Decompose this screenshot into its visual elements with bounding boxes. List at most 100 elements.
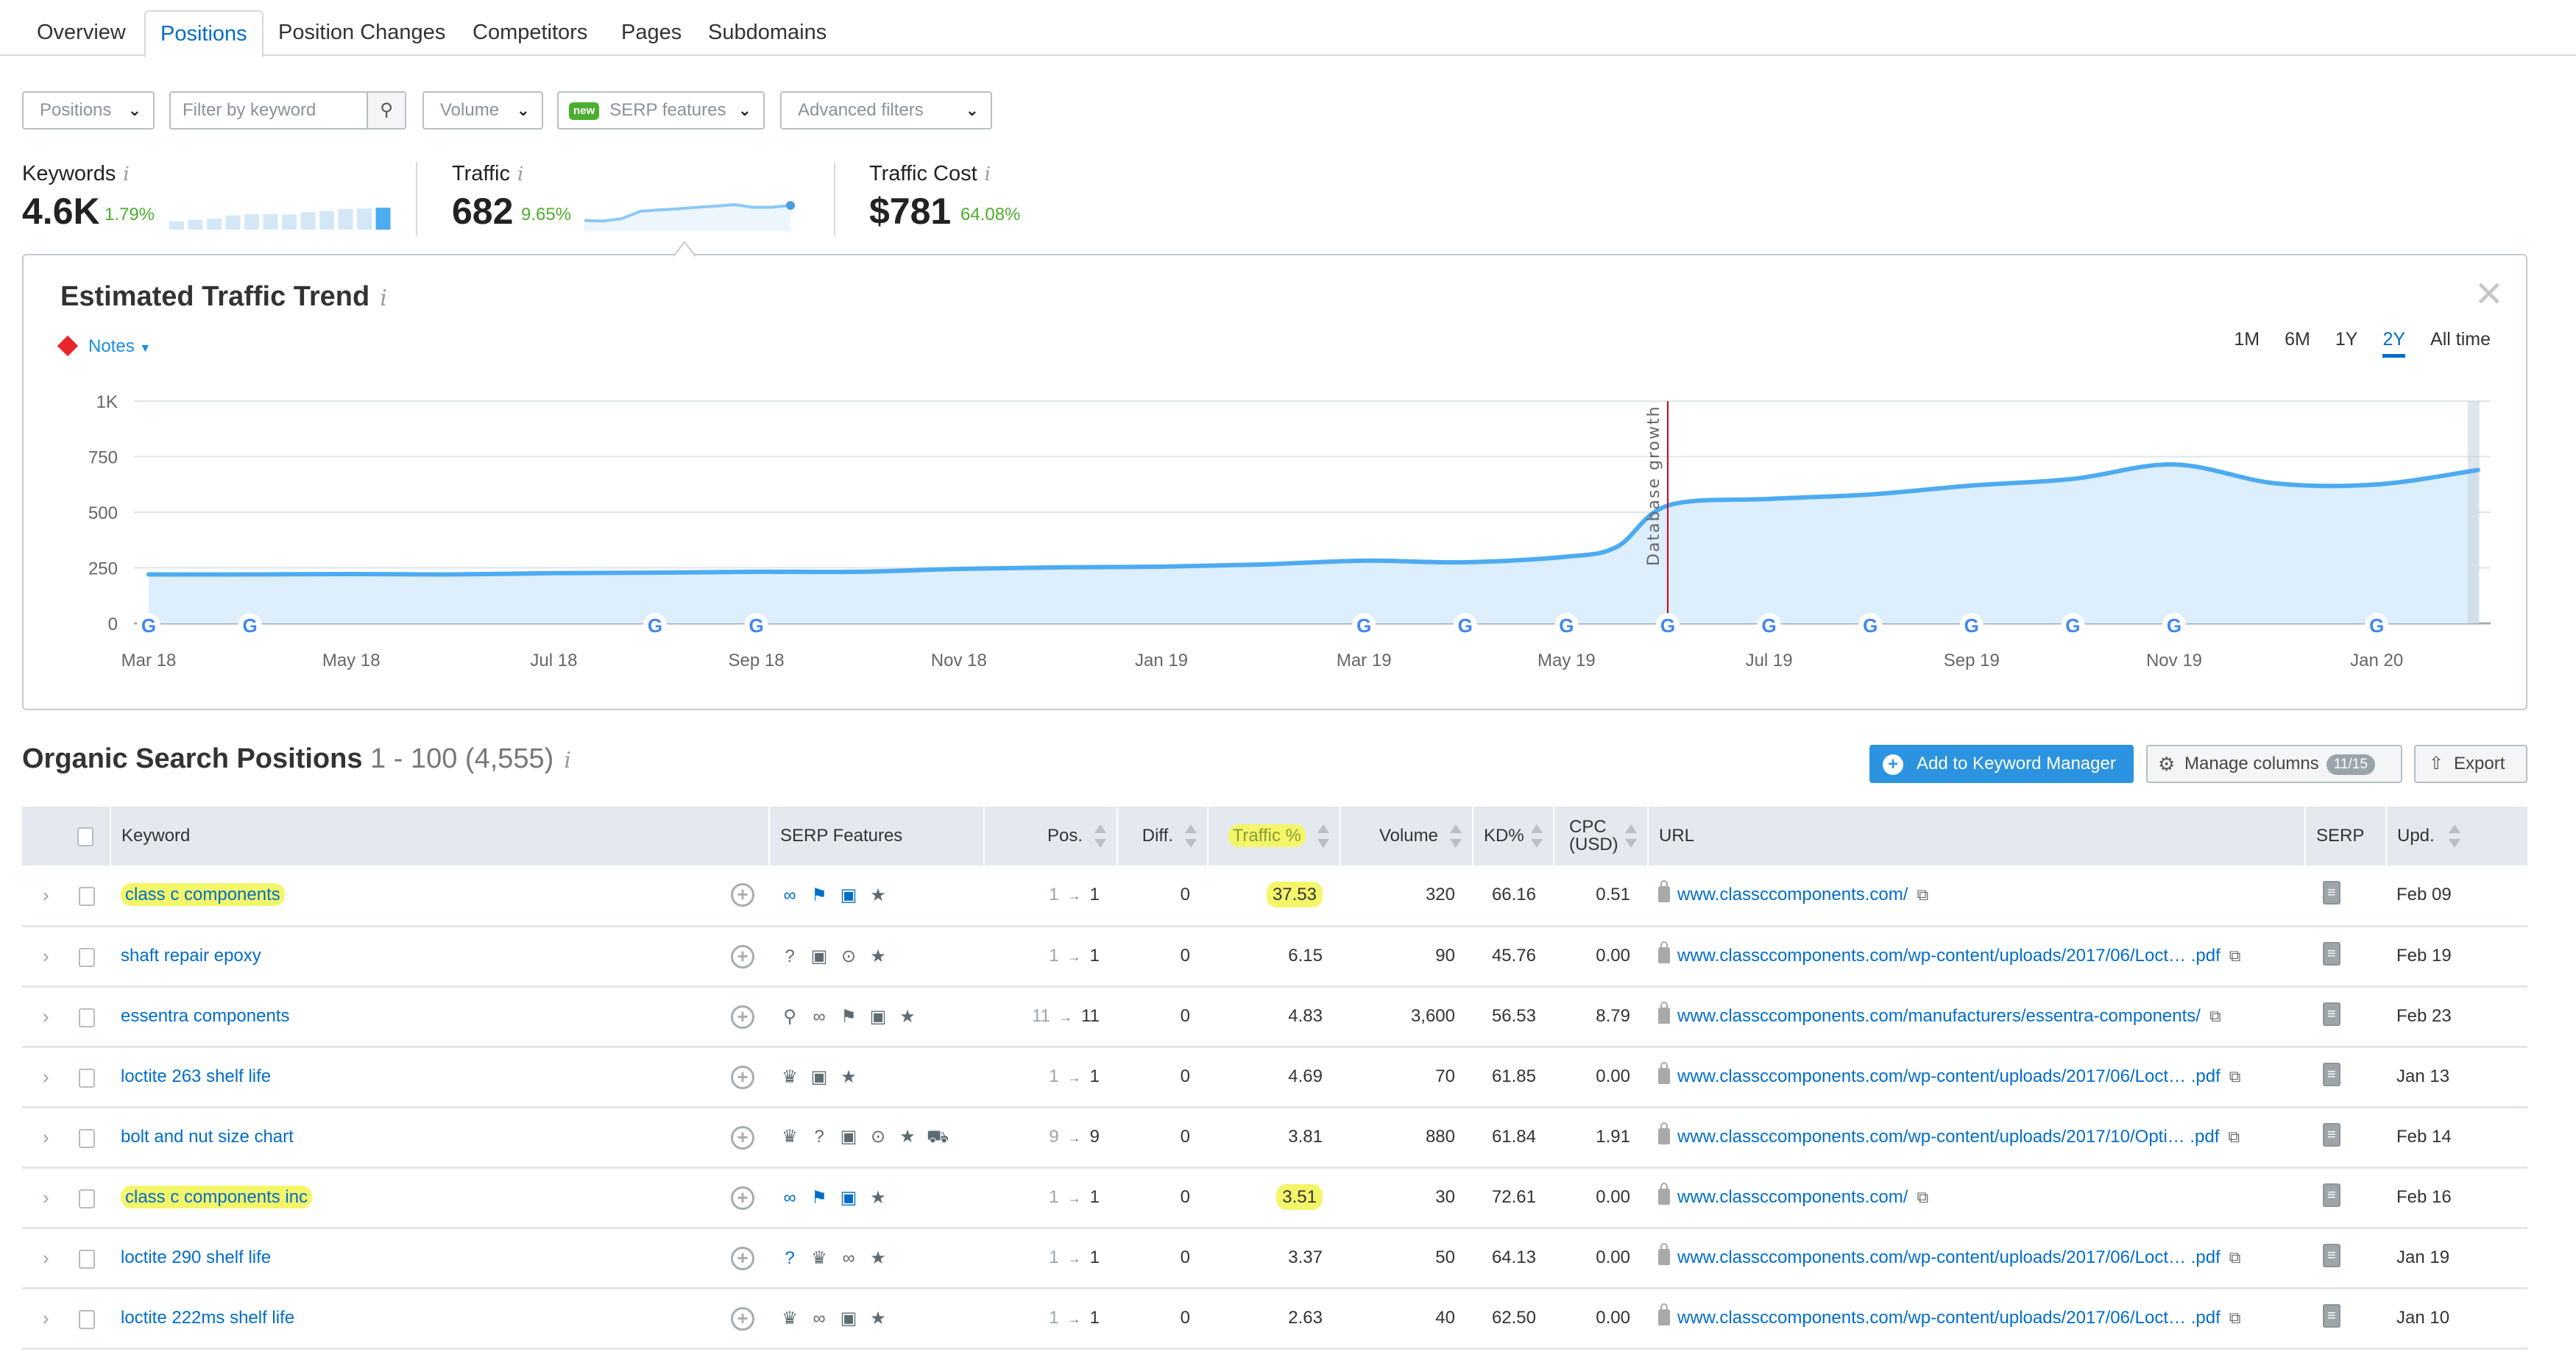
add-keyword-plus-icon[interactable]: + bbox=[731, 1065, 754, 1089]
external-link-icon[interactable]: ⧉ bbox=[2209, 1007, 2221, 1025]
crown-icon[interactable]: ♛ bbox=[779, 1126, 800, 1147]
add-keyword-plus-icon[interactable]: + bbox=[731, 944, 754, 969]
keyword-link[interactable]: loctite 263 shelf life bbox=[121, 1066, 271, 1086]
external-link-icon[interactable]: ⧉ bbox=[1917, 1188, 1928, 1206]
cart-icon[interactable]: ⛟ bbox=[927, 1127, 949, 1149]
select-all-checkbox[interactable] bbox=[77, 826, 93, 846]
info-icon[interactable]: i bbox=[564, 748, 571, 773]
add-keyword-plus-icon[interactable]: + bbox=[731, 1306, 754, 1331]
header-volume[interactable]: Volume bbox=[1340, 807, 1473, 865]
sort-icon[interactable] bbox=[1625, 824, 1637, 848]
serp-snapshot-icon[interactable] bbox=[2323, 1062, 2340, 1086]
image-icon[interactable]: ▣ bbox=[809, 946, 829, 967]
video-icon[interactable]: ⊙ bbox=[838, 946, 859, 967]
add-keyword-plus-icon[interactable]: + bbox=[731, 1186, 754, 1210]
positions-filter-dropdown[interactable]: Positions ⌄ bbox=[22, 91, 155, 130]
url-link[interactable]: www.classccomponents.com/manufacturers/e… bbox=[1677, 1006, 2201, 1026]
image-icon[interactable]: ▣ bbox=[838, 1126, 859, 1147]
search-icon[interactable]: ⚲ bbox=[367, 93, 405, 128]
serp-snapshot-icon[interactable] bbox=[2323, 1122, 2340, 1147]
local-pack-icon[interactable]: ⚲ bbox=[779, 1006, 800, 1027]
google-update-icon[interactable]: G bbox=[238, 613, 262, 637]
header-pos[interactable]: Pos. bbox=[983, 807, 1117, 865]
link-icon[interactable]: ∞ bbox=[809, 1309, 829, 1329]
url-link[interactable]: www.classccomponents.com/wp-content/uplo… bbox=[1677, 1247, 2221, 1267]
keyword-link[interactable]: class c components bbox=[121, 883, 285, 907]
url-link[interactable]: www.classccomponents.com/wp-content/uplo… bbox=[1677, 1066, 2221, 1086]
image-icon[interactable]: ▣ bbox=[809, 1066, 829, 1088]
faq-icon[interactable]: ? bbox=[809, 1127, 829, 1147]
row-checkbox[interactable] bbox=[78, 948, 95, 968]
star-icon[interactable]: ★ bbox=[868, 1247, 888, 1269]
info-icon[interactable]: i bbox=[123, 163, 129, 185]
sort-icon[interactable] bbox=[1094, 824, 1106, 848]
add-keyword-plus-icon[interactable]: + bbox=[731, 1005, 754, 1029]
faq-icon[interactable]: ? bbox=[779, 1248, 800, 1269]
expand-chevron-icon[interactable]: › bbox=[43, 1247, 49, 1269]
url-link[interactable]: www.classccomponents.com/ bbox=[1677, 1187, 1908, 1207]
image-icon[interactable]: ▣ bbox=[838, 1187, 859, 1208]
image-icon[interactable]: ▣ bbox=[838, 1308, 859, 1329]
image-icon[interactable]: ▣ bbox=[838, 885, 859, 906]
info-icon[interactable]: i bbox=[985, 163, 991, 185]
url-link[interactable]: www.classccomponents.com/wp-content/uplo… bbox=[1677, 946, 2221, 966]
tab-overview[interactable]: Overview bbox=[22, 10, 141, 57]
star-icon[interactable]: ★ bbox=[868, 1308, 888, 1329]
row-checkbox[interactable] bbox=[78, 887, 95, 907]
keyword-link[interactable]: loctite 290 shelf life bbox=[121, 1247, 271, 1267]
star-icon[interactable]: ★ bbox=[868, 946, 888, 967]
link-icon[interactable]: ∞ bbox=[779, 1188, 800, 1208]
sort-icon[interactable] bbox=[1531, 824, 1543, 848]
header-diff[interactable]: Diff. bbox=[1117, 807, 1208, 865]
tab-position-changes[interactable]: Position Changes bbox=[263, 10, 460, 57]
google-update-icon[interactable]: G bbox=[643, 613, 667, 637]
google-update-icon[interactable]: G bbox=[1554, 613, 1579, 637]
keyword-link[interactable]: shaft repair epoxy bbox=[121, 946, 261, 966]
link-icon[interactable]: ∞ bbox=[809, 1007, 829, 1027]
sort-icon[interactable] bbox=[1317, 824, 1329, 848]
expand-chevron-icon[interactable]: › bbox=[43, 1126, 49, 1148]
knowledge-panel-icon[interactable]: ⚑ bbox=[809, 1187, 829, 1208]
add-keyword-plus-icon[interactable]: + bbox=[731, 1125, 754, 1150]
header-cpc[interactable]: CPC (USD) bbox=[1553, 807, 1648, 865]
google-update-icon[interactable]: G bbox=[744, 613, 768, 637]
keyword-filter-input[interactable]: Filter by keyword bbox=[183, 100, 316, 120]
faq-icon[interactable]: ? bbox=[779, 946, 800, 967]
keywords-metric[interactable]: Keywords i 4.6K 1.79% bbox=[22, 162, 391, 236]
external-link-icon[interactable]: ⧉ bbox=[2228, 1127, 2240, 1146]
add-keyword-plus-icon[interactable]: + bbox=[731, 1246, 754, 1270]
external-link-icon[interactable]: ⧉ bbox=[2229, 946, 2241, 965]
keyword-link[interactable]: essentra components bbox=[121, 1006, 289, 1026]
video-icon[interactable]: ⊙ bbox=[868, 1126, 888, 1147]
external-link-icon[interactable]: ⧉ bbox=[2229, 1067, 2241, 1086]
url-link[interactable]: www.classccomponents.com/wp-content/uplo… bbox=[1677, 1127, 2219, 1147]
google-update-icon[interactable]: G bbox=[1858, 613, 1883, 637]
sort-icon[interactable] bbox=[1450, 824, 1462, 848]
star-icon[interactable]: ★ bbox=[868, 885, 888, 906]
image-icon[interactable]: ▣ bbox=[868, 1006, 888, 1027]
volume-filter-dropdown[interactable]: Volume ⌄ bbox=[422, 91, 543, 130]
traffic-trend-chart[interactable]: 0 250 500 750 1K Mar 18 May 18 Jul 18 Sep 18 Nov … bbox=[24, 255, 2526, 709]
star-icon[interactable]: ★ bbox=[897, 1126, 918, 1147]
expand-chevron-icon[interactable]: › bbox=[43, 1066, 49, 1088]
google-update-icon[interactable]: G bbox=[137, 613, 160, 637]
keyword-link[interactable]: loctite 222ms shelf life bbox=[121, 1308, 294, 1328]
expand-chevron-icon[interactable]: › bbox=[43, 1186, 49, 1208]
row-checkbox[interactable] bbox=[78, 1129, 95, 1149]
traffic-metric[interactable]: Traffic i 682 9.65% bbox=[452, 162, 820, 236]
tab-positions[interactable]: Positions bbox=[144, 10, 263, 57]
google-update-icon[interactable]: G bbox=[1453, 613, 1477, 637]
add-to-keyword-manager-button[interactable]: + Add to Keyword Manager bbox=[1869, 745, 2134, 783]
url-link[interactable]: www.classccomponents.com/wp-content/uplo… bbox=[1677, 1308, 2221, 1328]
row-checkbox[interactable] bbox=[78, 1189, 95, 1209]
serp-snapshot-icon[interactable] bbox=[2323, 1243, 2340, 1267]
google-update-icon[interactable]: G bbox=[2162, 613, 2186, 637]
serp-snapshot-icon[interactable] bbox=[2323, 1183, 2340, 1207]
row-checkbox[interactable] bbox=[78, 1008, 95, 1028]
knowledge-panel-icon[interactable]: ⚑ bbox=[809, 885, 829, 906]
expand-chevron-icon[interactable]: › bbox=[43, 884, 49, 906]
star-icon[interactable]: ★ bbox=[838, 1066, 859, 1088]
header-kd[interactable]: KD% bbox=[1472, 807, 1554, 865]
add-keyword-plus-icon[interactable]: + bbox=[731, 883, 754, 907]
keyword-link[interactable]: bolt and nut size chart bbox=[121, 1127, 294, 1147]
